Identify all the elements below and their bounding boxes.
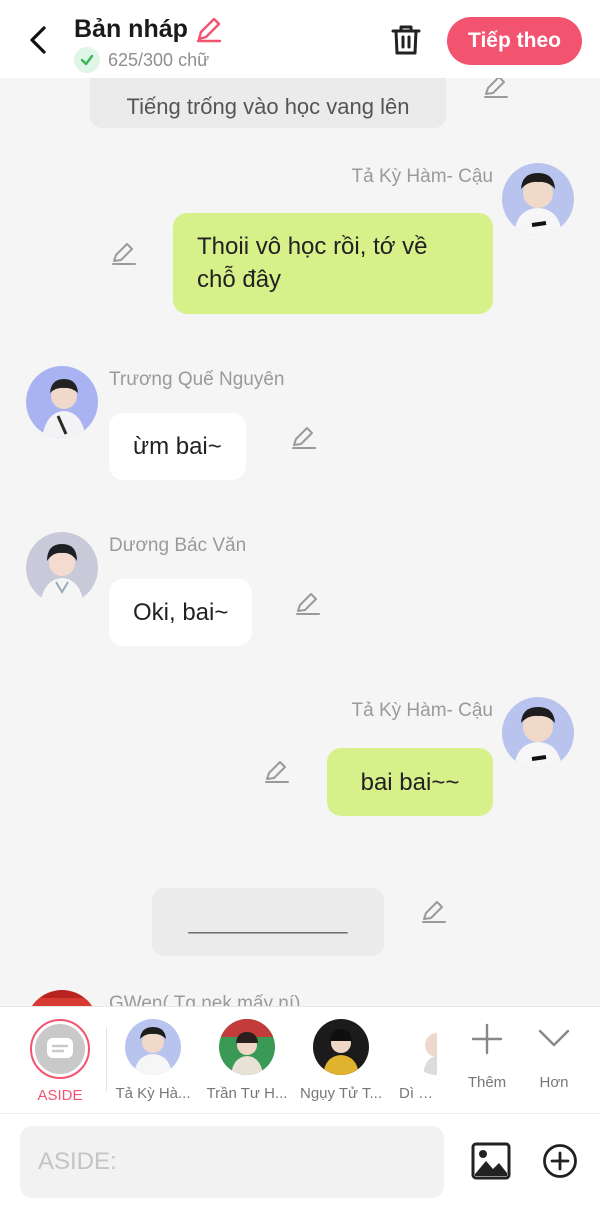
top-bar: Bản nháp 625/300 chữ Tiếp theo — [0, 0, 600, 78]
character-item[interactable]: Ngụy Tử T... — [295, 1019, 387, 1102]
narration-text: Tiếng trống vào học vang lên — [126, 94, 410, 119]
sender-name: Dương Bác Văn — [109, 535, 247, 556]
avatar — [219, 1019, 275, 1075]
message-bubble[interactable]: ừm bai~ — [109, 413, 246, 480]
back-button[interactable] — [22, 22, 54, 58]
sender-name: Trương Quế Nguyên — [109, 369, 285, 390]
next-button[interactable]: Tiếp theo — [447, 17, 582, 65]
plus-circle-icon — [543, 1144, 577, 1178]
message-line: chỗ đây — [197, 266, 282, 293]
message-text: ừm bai~ — [133, 433, 222, 460]
character-label: Ngụy Tử T... — [299, 1085, 383, 1102]
message-line: Thoii vô học rồi, tớ về — [197, 233, 428, 260]
message-bubble[interactable]: Oki, bai~ — [109, 579, 253, 646]
character-bar: ASIDE Tả Kỳ Hà... Trần Tư H... Ngụy Tử T… — [0, 1006, 600, 1114]
pencil-icon[interactable] — [194, 14, 224, 44]
more-label: Hơn — [539, 1074, 569, 1091]
message-text: Oki, bai~ — [133, 599, 229, 626]
delete-button[interactable] — [388, 22, 424, 58]
edit-icon[interactable] — [110, 239, 138, 267]
more-button[interactable]: Hơn — [524, 1021, 584, 1091]
avatar[interactable] — [26, 532, 98, 604]
avatar[interactable] — [502, 697, 574, 769]
add-label: Thêm — [467, 1074, 507, 1091]
add-character-button[interactable]: Thêm — [456, 1021, 518, 1091]
draft-title: Bản nháp — [74, 14, 188, 43]
check-icon — [74, 47, 100, 73]
avatar — [125, 1019, 181, 1075]
word-count: 625/300 chữ — [108, 49, 210, 70]
character-item[interactable]: Dì ca... — [389, 1019, 437, 1102]
sender-name: Tả Kỳ Hàm- Cậu — [351, 166, 493, 187]
character-label: Dì ca... — [399, 1085, 437, 1102]
sender-name: GWen( Tg nek mấy ní) — [109, 993, 301, 1006]
input-bar — [0, 1114, 600, 1205]
message-text: bai bai~~ — [360, 768, 460, 796]
character-label: Tả Kỳ Hà... — [115, 1085, 191, 1102]
edit-icon[interactable] — [482, 78, 510, 100]
chat-area[interactable]: Tiếng trống vào học vang lên Tả Kỳ Hàm- … — [0, 78, 600, 1006]
character-label: Trần Tư H... — [206, 1085, 288, 1102]
avatar — [409, 1019, 437, 1075]
edit-icon[interactable] — [420, 897, 448, 925]
image-button[interactable] — [470, 1140, 512, 1182]
chat-bubble-icon — [35, 1024, 85, 1074]
plus-icon — [471, 1023, 503, 1055]
word-count-row: 625/300 chữ — [74, 47, 209, 73]
add-button[interactable] — [540, 1141, 580, 1181]
avatar[interactable] — [26, 366, 98, 438]
character-item[interactable]: Tả Kỳ Hà... — [107, 1019, 199, 1102]
message-bubble[interactable]: bai bai~~ — [327, 748, 493, 816]
message-input[interactable] — [20, 1126, 444, 1198]
character-aside[interactable]: ASIDE — [14, 1019, 106, 1104]
edit-icon[interactable] — [263, 757, 291, 785]
chevron-down-icon — [538, 1029, 570, 1047]
narration-text: _____________ — [188, 909, 348, 934]
narration-bubble[interactable]: Tiếng trống vào học vang lên — [90, 78, 446, 128]
page-title: Bản nháp — [74, 14, 224, 44]
edit-icon[interactable] — [294, 589, 322, 617]
aside-avatar — [30, 1019, 90, 1079]
avatar[interactable] — [26, 990, 98, 1006]
character-item[interactable]: Trần Tư H... — [201, 1019, 293, 1102]
narration-bubble[interactable]: _____________ — [152, 888, 384, 956]
character-label: ASIDE — [37, 1087, 83, 1104]
image-icon — [471, 1142, 511, 1180]
message-bubble[interactable]: Thoii vô học rồi, tớ về chỗ đây — [173, 213, 493, 314]
avatar — [313, 1019, 369, 1075]
avatar[interactable] — [502, 163, 574, 235]
edit-icon[interactable] — [290, 423, 318, 451]
chevron-left-icon — [30, 26, 46, 54]
sender-name: Tả Kỳ Hàm- Cậu — [351, 700, 493, 721]
trash-icon — [391, 25, 421, 55]
